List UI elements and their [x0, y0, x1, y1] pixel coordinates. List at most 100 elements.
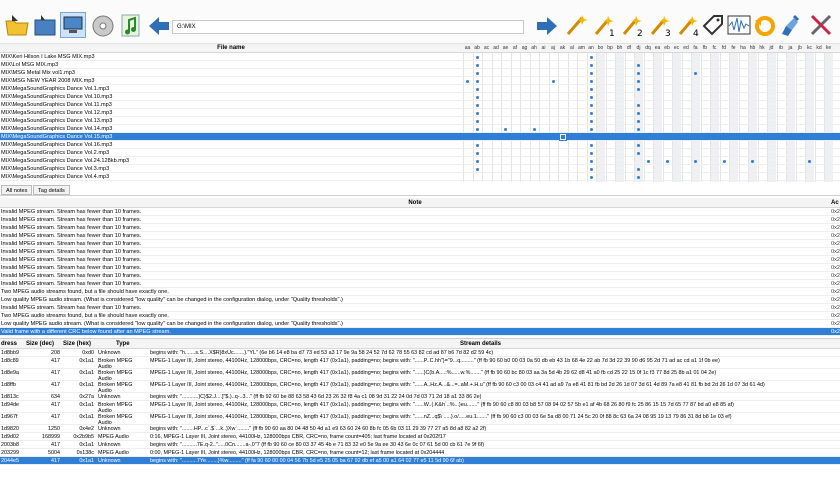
open-folder-icon[interactable]: [4, 12, 30, 38]
note-code-column-header[interactable]: kc: [805, 45, 814, 51]
note-mark[interactable]: [589, 135, 593, 139]
note-mark[interactable]: [589, 79, 593, 83]
note-code-column-header[interactable]: bp: [606, 45, 615, 51]
file-row[interactable]: MIX\MegaSoundGraphics Dance Vol.2.mp3: [0, 149, 840, 157]
file-row[interactable]: MIX\MSG NEW YEAR 2008 MIX.mp3: [0, 77, 840, 85]
stream-row[interactable]: 1d9820 1250 0x4e2 Unknown begins with: "....…: [0, 425, 840, 433]
note-code-column-header[interactable]: ab: [473, 45, 482, 51]
type-header[interactable]: Type: [116, 341, 130, 347]
note-mark[interactable]: [466, 79, 470, 83]
note-mark[interactable]: [637, 63, 641, 67]
note-code-column-header[interactable]: dq: [644, 45, 653, 51]
note-code-column-header[interactable]: ak: [558, 45, 567, 51]
note-mark[interactable]: [646, 159, 650, 163]
note-code-column-header[interactable]: kd: [815, 45, 824, 51]
note-mark[interactable]: [475, 95, 479, 99]
wand-4-icon[interactable]: 4: [676, 12, 702, 39]
note-code-column-header[interactable]: bh: [615, 45, 624, 51]
note-code-column-header[interactable]: df: [625, 45, 634, 51]
note-mark[interactable]: [589, 87, 593, 91]
note-row[interactable]: Two MPEG audio streams found, but a file…: [0, 288, 840, 296]
note-code-column-header[interactable]: ac: [482, 45, 491, 51]
path-input[interactable]: G:\MIX: [172, 20, 524, 34]
file-row[interactable]: MIX\Lol MSG MIX.mp3: [0, 61, 840, 69]
note-mark[interactable]: [637, 127, 641, 131]
tab-all-notes[interactable]: All notes: [1, 185, 33, 195]
note-code-column-header[interactable]: ai: [539, 45, 548, 51]
note-mark[interactable]: [475, 79, 479, 83]
file-row[interactable]: MIX\MegaSoundGraphics Dance Vol.11.mp3: [0, 101, 840, 109]
stream-row[interactable]: 1d94de 417 0x1a1 Broken MPEG Audio MPEG-1 La…: [0, 401, 840, 414]
note-mark[interactable]: [637, 103, 641, 107]
note-mark[interactable]: [532, 127, 536, 131]
stream-details-header[interactable]: Stream details: [460, 341, 501, 347]
note-mark[interactable]: [558, 133, 567, 141]
file-row[interactable]: MIX\MegaSoundGraphics Dance Vol.13.mp3: [0, 117, 840, 125]
stream-row[interactable]: 2003b8 417 0x1a1 Unknown begins with: ".....…: [0, 441, 840, 449]
note-code-column-header[interactable]: aa: [463, 45, 472, 51]
note-mark[interactable]: [637, 71, 641, 75]
note-row[interactable]: Low quality MPEG audio stream. (What is …: [0, 320, 840, 328]
address-col-header[interactable]: dress: [1, 341, 17, 347]
note-row[interactable]: Invalid MPEG stream. Stream has fewer th…: [0, 208, 840, 216]
file-row[interactable]: MIX\MegaSoundGraphics Dance Vol.3.mp3: [0, 165, 840, 173]
note-row[interactable]: Invalid MPEG stream. Stream has fewer th…: [0, 224, 840, 232]
note-code-column-header[interactable]: aj: [549, 45, 558, 51]
note-row[interactable]: Invalid MPEG stream. Stream has fewer th…: [0, 248, 840, 256]
note-mark[interactable]: [589, 175, 593, 179]
note-mark[interactable]: [637, 79, 641, 83]
note-code-column-header[interactable]: ec: [672, 45, 681, 51]
note-mark[interactable]: [551, 79, 555, 83]
note-code-column-header[interactable]: ea: [653, 45, 662, 51]
note-code-column-header[interactable]: hb: [748, 45, 757, 51]
stream-row[interactable]: 1d8e9a 417 0x1a1 Broken MPEG Audio MPEG-1 La…: [0, 369, 840, 382]
note-mark[interactable]: [637, 167, 641, 171]
computer-icon[interactable]: [60, 12, 86, 38]
note-mark[interactable]: [475, 127, 479, 131]
note-mark[interactable]: [589, 127, 593, 131]
size-hex-header[interactable]: Size (hex): [63, 341, 91, 347]
stream-row[interactable]: 1d8bb9 208 0xd0 Unknown begins with: "h.....…: [0, 349, 840, 357]
note-row[interactable]: Invalid MPEG stream. Stream has fewer th…: [0, 232, 840, 240]
note-mark[interactable]: [637, 111, 641, 115]
note-row[interactable]: Valid frame with a different CRC below f…: [0, 328, 840, 336]
note-mark[interactable]: [589, 143, 593, 147]
note-code-column-header[interactable]: ae: [501, 45, 510, 51]
file-row[interactable]: MIX\MegaSoundGraphics Dance Vol.10.mp3: [0, 93, 840, 101]
note-mark[interactable]: [589, 71, 593, 75]
note-mark[interactable]: [589, 159, 593, 163]
note-code-column-header[interactable]: ha: [739, 45, 748, 51]
note-row[interactable]: Two MPEG audio streams found, but a file…: [0, 312, 840, 320]
stream-row[interactable]: 2044e5 417 0x1a1 Unknown begins with: ".....…: [0, 457, 840, 465]
file-row[interactable]: MIX\Keri Hilson I Lake MSG MIX.mp3: [0, 53, 840, 61]
note-mark[interactable]: [589, 63, 593, 67]
file-row[interactable]: MIX\MegaSoundGraphics Dance Vol.1.mp3: [0, 85, 840, 93]
note-code-column-header[interactable]: ja: [786, 45, 795, 51]
note-mark[interactable]: [637, 119, 641, 123]
note-mark[interactable]: [475, 159, 479, 163]
note-mark[interactable]: [475, 71, 479, 75]
stream-row[interactable]: 1d8ffb 417 0x1a1 Broken MPEG Audio MPEG-1 La…: [0, 381, 840, 394]
note-mark[interactable]: [694, 159, 698, 163]
note-mark[interactable]: [475, 111, 479, 115]
music-note-icon[interactable]: [118, 12, 144, 38]
note-mark[interactable]: [475, 63, 479, 67]
note-code-column-header[interactable]: eb: [663, 45, 672, 51]
note-mark[interactable]: [665, 159, 669, 163]
note-code-column-header[interactable]: jd: [767, 45, 776, 51]
broom-icon[interactable]: [778, 12, 804, 38]
wand-3-icon[interactable]: 3: [648, 12, 674, 39]
note-mark[interactable]: [694, 71, 698, 75]
note-mark[interactable]: [475, 103, 479, 107]
note-code-column-header[interactable]: ad: [492, 45, 501, 51]
note-mark[interactable]: [475, 167, 479, 171]
note-code-column-header[interactable]: an: [587, 45, 596, 51]
open-drive-icon[interactable]: [32, 12, 58, 38]
note-mark[interactable]: [589, 119, 593, 123]
file-row[interactable]: MIX\MSG Metal Mix vol1.mp3: [0, 69, 840, 77]
note-mark[interactable]: [475, 143, 479, 147]
note-code-column-header[interactable]: hk: [758, 45, 767, 51]
note-mark[interactable]: [637, 143, 641, 147]
note-mark[interactable]: [589, 111, 593, 115]
note-code-column-header[interactable]: dj: [634, 45, 643, 51]
